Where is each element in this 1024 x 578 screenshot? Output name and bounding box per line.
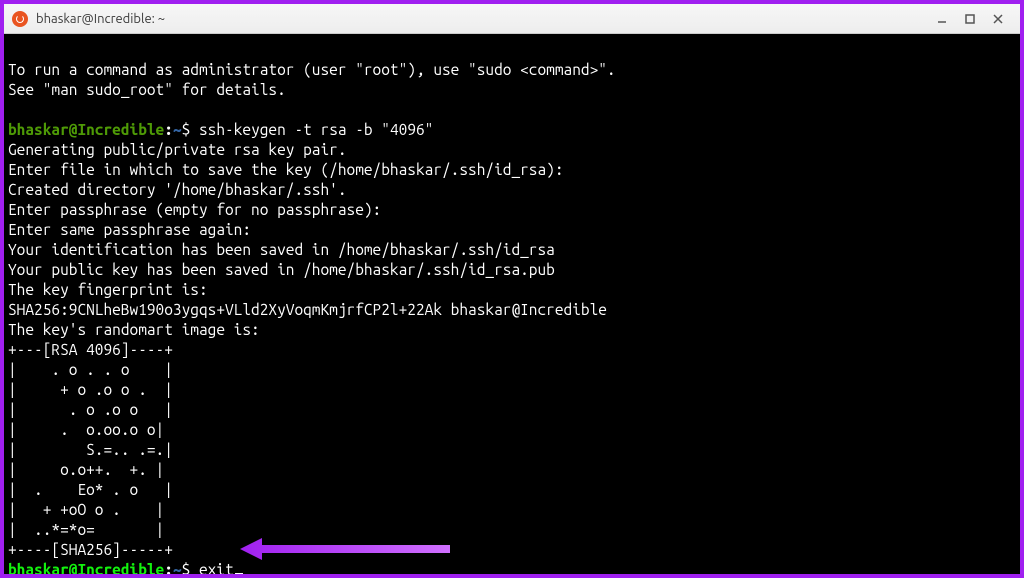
term-line: SHA256:9CNLheBw190o3ygqs+VLld2XyVoqmKmjr… xyxy=(8,301,607,318)
minimize-button[interactable] xyxy=(928,9,956,29)
term-line: Enter same passphrase again: xyxy=(8,221,251,238)
prompt-colon: : xyxy=(164,121,173,138)
maximize-button[interactable] xyxy=(956,9,984,29)
term-line: The key fingerprint is: xyxy=(8,281,208,298)
randomart-line: | . o .o o | xyxy=(8,401,173,418)
titlebar[interactable]: bhaskar@Incredible: ~ xyxy=(4,4,1020,34)
randomart-line: | S.=.. .=.| xyxy=(8,441,173,458)
term-line: The key's randomart image is: xyxy=(8,321,260,338)
randomart-line: +---[RSA 4096]----+ xyxy=(8,341,173,358)
randomart-line: | + +oO o . | xyxy=(8,501,164,518)
term-line: Your identification has been saved in /h… xyxy=(8,241,555,258)
term-line: Created directory '/home/bhaskar/.ssh'. xyxy=(8,181,347,198)
ubuntu-icon xyxy=(12,11,28,27)
randomart-line: | o.o++. +. | xyxy=(8,461,164,478)
prompt-userhost: bhaskar@Incredible xyxy=(8,121,164,138)
prompt-userhost: bhaskar@Incredible xyxy=(8,561,164,574)
term-line: To run a command as administrator (user … xyxy=(8,61,616,78)
close-icon xyxy=(992,13,1004,25)
randomart-line: | + o .o o . | xyxy=(8,381,173,398)
prompt-path: ~ xyxy=(173,121,182,138)
randomart-line: | ..*=*o= | xyxy=(8,521,164,538)
randomart-line: | . Eo* . o | xyxy=(8,481,173,498)
term-line: Enter file in which to save the key (/ho… xyxy=(8,161,564,178)
randomart-line: +----[SHA256]-----+ xyxy=(8,541,173,558)
terminal-body[interactable]: To run a command as administrator (user … xyxy=(4,34,1020,574)
minimize-icon xyxy=(936,13,948,25)
prompt-path: ~ xyxy=(173,561,182,574)
prompt-colon: : xyxy=(164,561,173,574)
randomart-line: | . o . . o | xyxy=(8,361,173,378)
window-title: bhaskar@Incredible: ~ xyxy=(36,12,165,26)
term-line: Your public key has been saved in /home/… xyxy=(8,261,555,278)
command-text: exit xyxy=(190,561,233,574)
maximize-icon xyxy=(964,13,976,25)
prompt-dollar: $ xyxy=(182,561,191,574)
term-line: Enter passphrase (empty for no passphras… xyxy=(8,201,381,218)
prompt-dollar: $ xyxy=(182,121,191,138)
term-line: See "man sudo_root" for details. xyxy=(8,81,286,98)
close-button[interactable] xyxy=(984,9,1012,29)
terminal-window: bhaskar@Incredible: ~ To run a command a… xyxy=(4,4,1020,574)
cursor xyxy=(235,573,243,574)
command-text: ssh-keygen -t rsa -b "4096" xyxy=(190,121,433,138)
randomart-line: | . o.oo.o o| xyxy=(8,421,164,438)
term-line: Generating public/private rsa key pair. xyxy=(8,141,347,158)
